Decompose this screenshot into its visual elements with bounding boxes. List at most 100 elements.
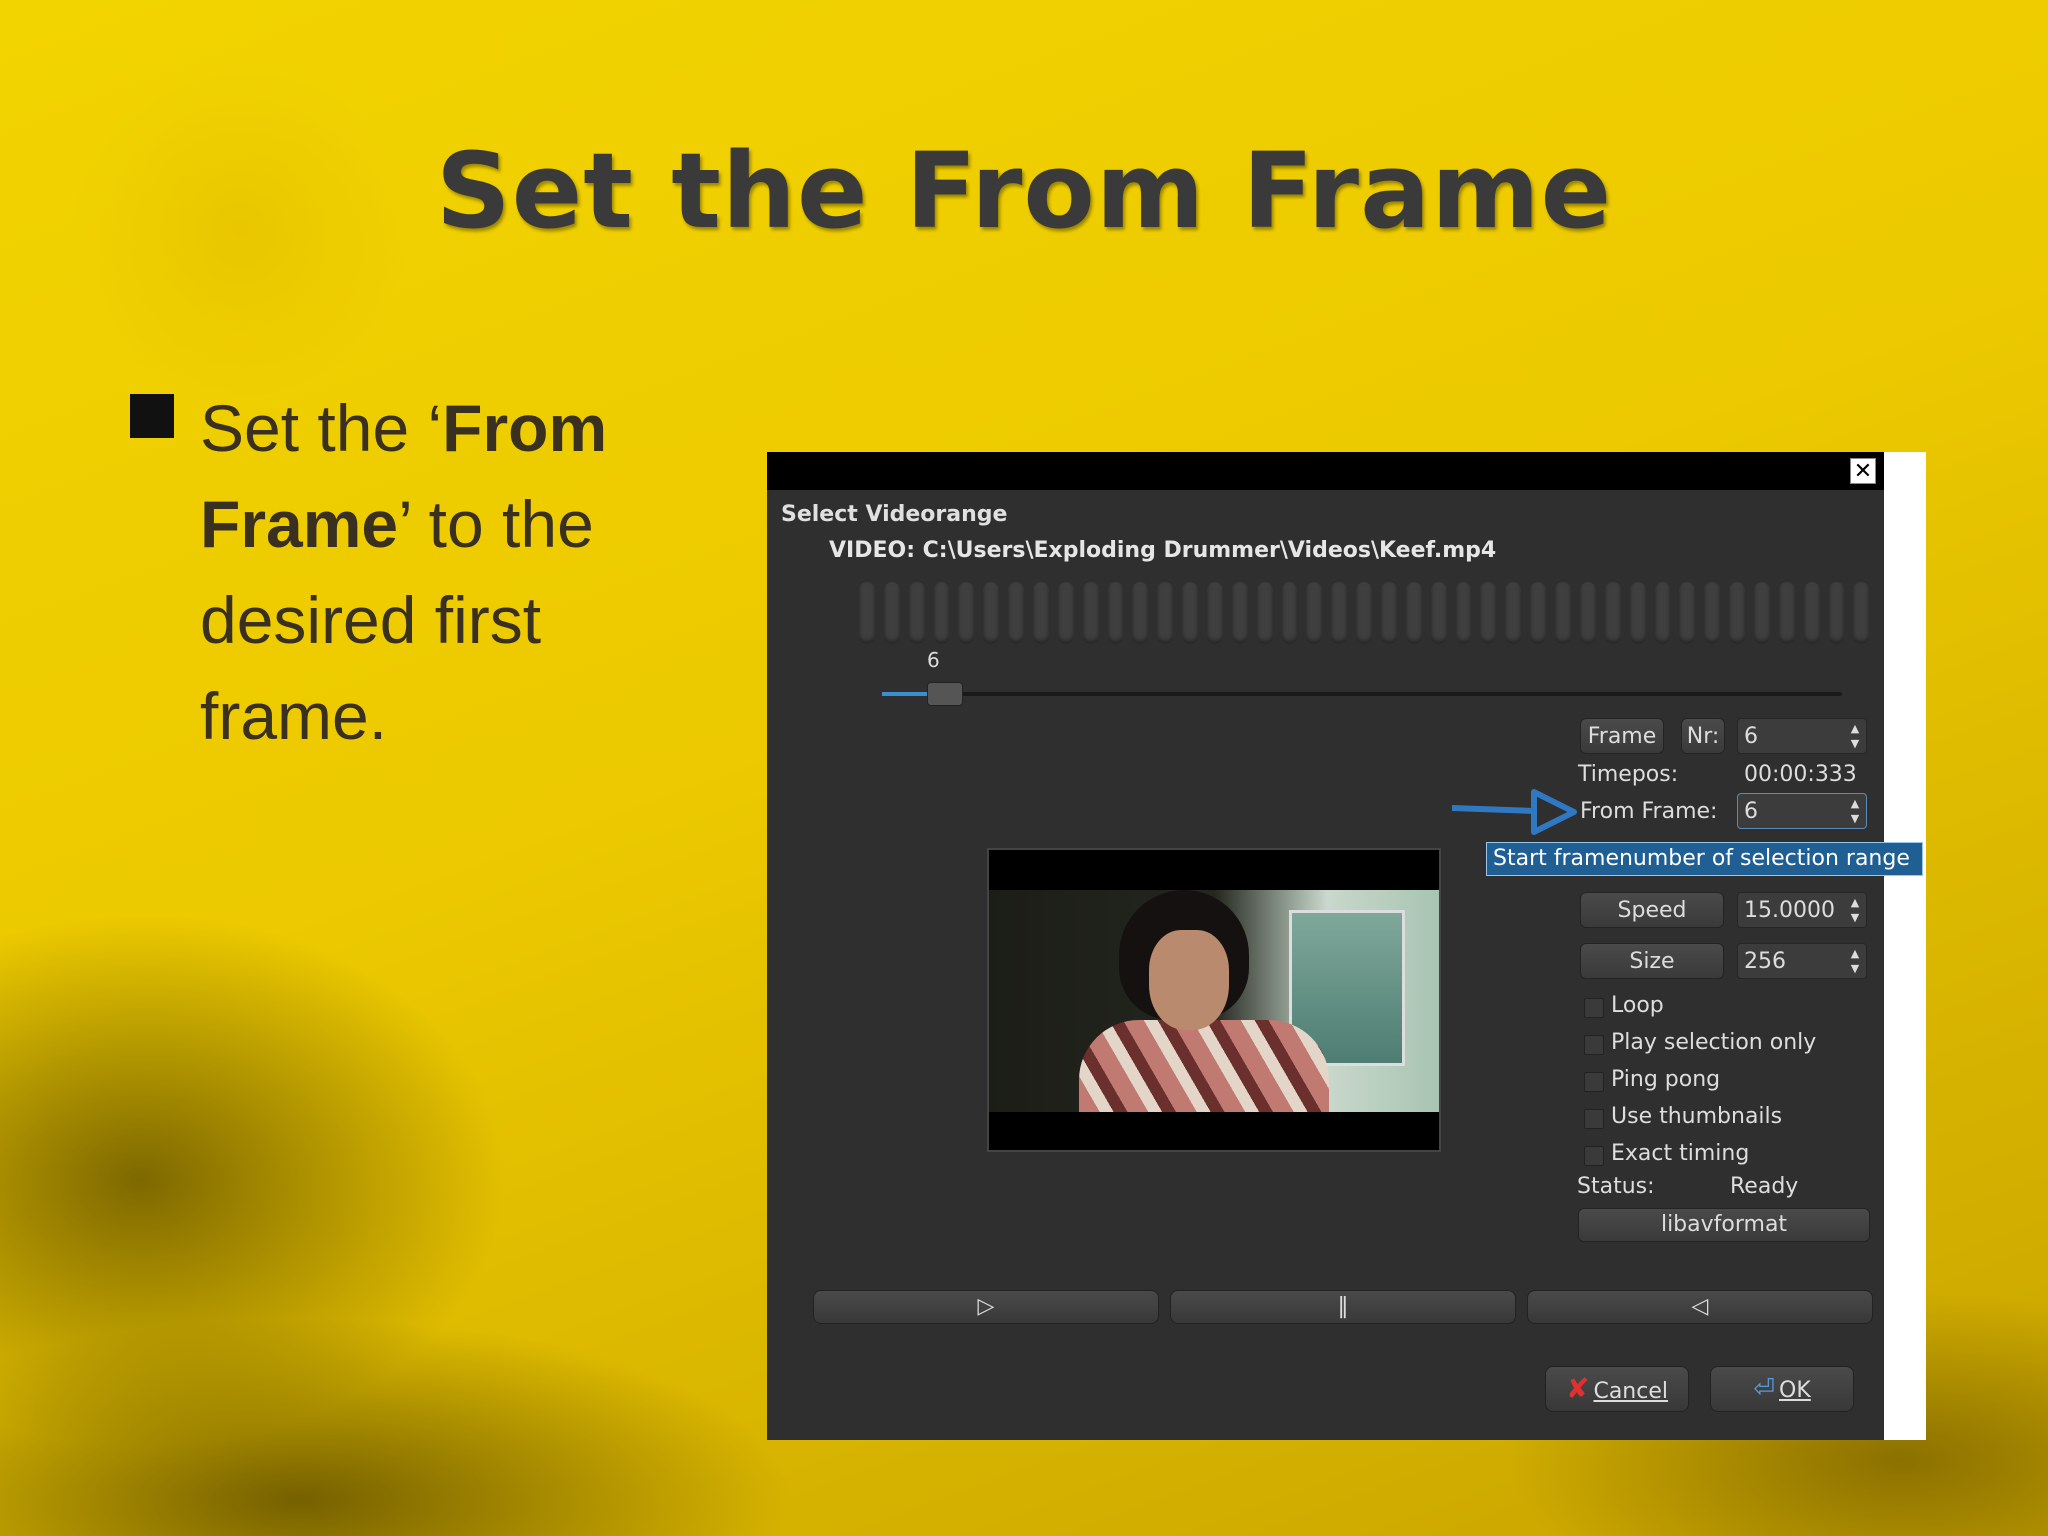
video-path-label: VIDEO: C:\Users\Exploding Drummer\Videos…	[829, 538, 1497, 563]
size-value: 256	[1744, 949, 1786, 974]
thumbnail-cell[interactable]	[1455, 582, 1472, 644]
nr-button[interactable]: Nr:	[1681, 718, 1725, 754]
thumbnail-strip[interactable]	[859, 582, 1870, 644]
thumbnail-cell[interactable]	[1505, 582, 1522, 644]
close-icon[interactable]: ✕	[1850, 458, 1876, 484]
thumbnail-cell[interactable]	[983, 582, 1000, 644]
thumbnail-cell[interactable]	[1207, 582, 1223, 644]
bullet-text: Set the ‘From Frame’ to the desired firs…	[200, 380, 720, 764]
from-frame-spinbox[interactable]: 6 ▲ ▼	[1737, 793, 1867, 829]
thumbnail-cell[interactable]	[933, 582, 950, 644]
thumbnail-cell[interactable]	[1306, 582, 1323, 644]
status-value: Ready	[1730, 1174, 1799, 1199]
thumbnail-cell[interactable]	[1729, 582, 1745, 644]
thumbnail-cell[interactable]	[1356, 582, 1373, 644]
thumbnail-cell[interactable]	[883, 582, 900, 644]
ok-label: OK	[1779, 1378, 1811, 1403]
thumbnail-cell[interactable]	[1654, 582, 1671, 644]
status-label: Status:	[1577, 1174, 1655, 1199]
timepos-value: 00:00:333	[1744, 762, 1857, 787]
size-button[interactable]: Size	[1580, 943, 1724, 979]
pause-button[interactable]: ‖	[1170, 1290, 1516, 1324]
cancel-button[interactable]: ✘ Cancel	[1545, 1366, 1689, 1412]
play-reverse-button[interactable]: ◁	[1527, 1290, 1873, 1324]
thumbnail-cell[interactable]	[1828, 582, 1845, 644]
thumbnail-cell[interactable]	[1803, 582, 1820, 644]
spin-arrows-icon[interactable]: ▲ ▼	[1848, 895, 1862, 925]
speed-value: 15.0000	[1744, 898, 1835, 923]
frame-nr-spinbox[interactable]: 6 ▲ ▼	[1737, 718, 1867, 754]
thumbnail-cell[interactable]	[1579, 582, 1596, 644]
spin-arrows-icon[interactable]: ▲ ▼	[1848, 796, 1862, 826]
from-frame-label: From Frame:	[1580, 799, 1718, 824]
thumbnail-cell[interactable]	[1430, 582, 1447, 644]
ping-pong-checkbox[interactable]	[1584, 1072, 1604, 1092]
speed-spinbox[interactable]: 15.0000 ▲ ▼	[1737, 892, 1867, 928]
thumbnail-cell[interactable]	[1231, 582, 1248, 644]
thumbnail-cell[interactable]	[1331, 582, 1348, 644]
thumbnail-cell[interactable]	[1157, 582, 1174, 644]
dialog-titlebar: ✕	[767, 452, 1884, 490]
thumbnail-cell[interactable]	[1629, 582, 1646, 644]
thumbnail-cell[interactable]	[1555, 582, 1571, 644]
thumbnail-cell[interactable]	[1480, 582, 1497, 644]
slider-value-label: 6	[927, 648, 940, 672]
preview-person-face	[1149, 930, 1229, 1030]
thumbnail-cell[interactable]	[1182, 582, 1199, 644]
thumbnail-cell[interactable]	[1256, 582, 1273, 644]
frame-nr-value: 6	[1744, 724, 1758, 749]
enter-icon: ⏎	[1753, 1374, 1776, 1404]
cancel-label: Cancel	[1593, 1379, 1668, 1404]
bullet-square-icon	[130, 394, 174, 438]
slider-handle[interactable]	[926, 682, 963, 706]
from-frame-tooltip: Start framenumber of selection range	[1486, 842, 1923, 876]
thumbnail-cell[interactable]	[958, 582, 975, 644]
ping-pong-label: Ping pong	[1611, 1067, 1721, 1092]
frame-button[interactable]: Frame	[1580, 718, 1664, 754]
thumbnail-cell[interactable]	[1778, 582, 1795, 644]
thumbnail-cell[interactable]	[859, 582, 875, 644]
from-frame-value: 6	[1744, 799, 1758, 824]
spin-arrows-icon[interactable]: ▲ ▼	[1848, 946, 1862, 976]
thumbnail-cell[interactable]	[1381, 582, 1397, 644]
video-preview	[987, 848, 1441, 1152]
exact-timing-label: Exact timing	[1611, 1141, 1750, 1166]
thumbnail-cell[interactable]	[1082, 582, 1099, 644]
ok-button[interactable]: ⏎ OK	[1710, 1366, 1854, 1412]
thumbnail-cell[interactable]	[1132, 582, 1149, 644]
loop-checkbox[interactable]	[1584, 998, 1604, 1018]
thumbnail-cell[interactable]	[1604, 582, 1621, 644]
slide-title: Set the From Frame	[435, 130, 1613, 252]
play-button[interactable]: ▷	[813, 1290, 1159, 1324]
libavformat-button[interactable]: libavformat	[1578, 1208, 1870, 1242]
preview-person-body	[1079, 1020, 1329, 1112]
thumbnail-cell[interactable]	[1753, 582, 1770, 644]
play-selection-only-checkbox[interactable]	[1584, 1035, 1604, 1055]
thumbnail-cell[interactable]	[908, 582, 925, 644]
thumbnail-cell[interactable]	[1853, 582, 1870, 644]
thumbnail-cell[interactable]	[1281, 582, 1298, 644]
play-selection-only-label: Play selection only	[1611, 1030, 1817, 1055]
pointer-arrow-icon	[1452, 789, 1577, 835]
speed-button[interactable]: Speed	[1580, 892, 1724, 928]
exact-timing-checkbox[interactable]	[1584, 1146, 1604, 1166]
thumbnail-cell[interactable]	[1008, 582, 1025, 644]
thumbnail-cell[interactable]	[1530, 582, 1547, 644]
bullet-text-part1: Set the ‘	[200, 391, 443, 465]
spin-arrows-icon[interactable]: ▲ ▼	[1848, 721, 1862, 751]
use-thumbnails-checkbox[interactable]	[1584, 1109, 1604, 1129]
thumbnail-cell[interactable]	[1405, 582, 1422, 644]
select-videorange-dialog: ✕ Select Videorange VIDEO: C:\Users\Expl…	[767, 452, 1926, 1440]
thumbnail-cell[interactable]	[1107, 582, 1124, 644]
timepos-label: Timepos:	[1578, 762, 1679, 787]
loop-label: Loop	[1611, 993, 1664, 1018]
cancel-x-icon: ✘	[1566, 1372, 1590, 1405]
thumbnail-cell[interactable]	[1679, 582, 1696, 644]
size-spinbox[interactable]: 256 ▲ ▼	[1737, 943, 1867, 979]
use-thumbnails-label: Use thumbnails	[1611, 1104, 1783, 1129]
dialog-heading: Select Videorange	[781, 502, 1008, 527]
frame-slider[interactable]	[882, 682, 1842, 706]
thumbnail-cell[interactable]	[1057, 582, 1074, 644]
thumbnail-cell[interactable]	[1033, 582, 1049, 644]
thumbnail-cell[interactable]	[1704, 582, 1721, 644]
